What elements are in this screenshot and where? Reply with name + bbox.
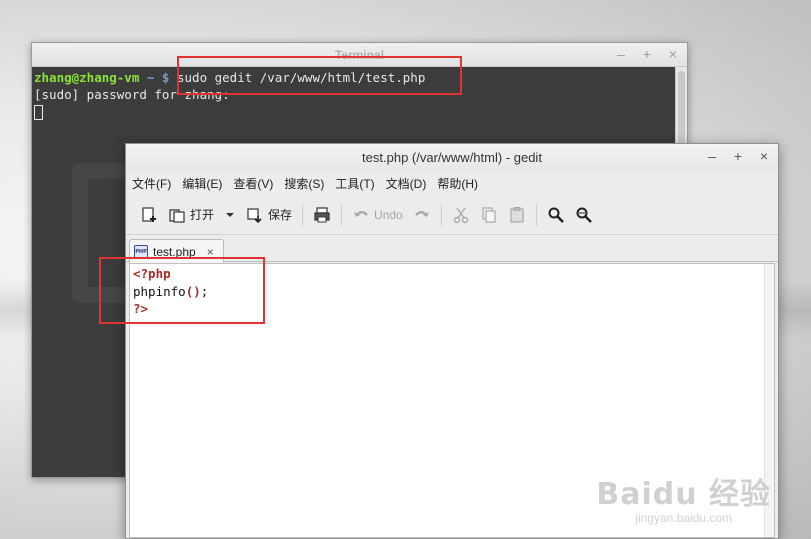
chevron-down-icon	[226, 212, 235, 217]
minimize-button[interactable]: –	[706, 148, 718, 164]
open-folder-icon	[169, 208, 185, 223]
close-button[interactable]: ×	[758, 148, 770, 164]
save-icon	[247, 207, 262, 223]
paste-button[interactable]	[503, 200, 531, 230]
find-replace-button[interactable]	[570, 200, 598, 230]
copy-icon	[482, 206, 496, 223]
new-document-icon	[142, 206, 156, 222]
menu-tools[interactable]: 工具(T)	[335, 175, 374, 192]
paste-icon	[510, 206, 524, 223]
tab-label: test.php	[153, 244, 196, 259]
tab-close-icon[interactable]: ×	[207, 245, 214, 259]
close-button[interactable]: ×	[667, 46, 679, 62]
maximize-button[interactable]: +	[732, 148, 744, 164]
toolbar-separator	[440, 203, 442, 226]
new-document-button[interactable]	[135, 200, 163, 230]
redo-icon	[414, 210, 429, 217]
toolbar-separator	[302, 203, 304, 226]
toolbar-separator	[535, 203, 537, 226]
menubar: 文件(F) 编辑(E) 查看(V) 搜索(S) 工具(T) 文档(D) 帮助(H…	[126, 171, 778, 195]
gedit-title: test.php (/var/www/html) - gedit	[362, 150, 542, 165]
php-file-icon: PHP	[134, 244, 148, 259]
menu-file[interactable]: 文件(F)	[132, 175, 171, 192]
watermark-brand: Baidu 经验	[596, 477, 771, 512]
php-close-tag: ?>	[133, 301, 149, 316]
tab-test-php[interactable]: PHP test.php ×	[129, 239, 224, 263]
menu-documents[interactable]: 文档(D)	[386, 175, 427, 192]
open-button[interactable]: 打开	[163, 200, 219, 230]
baidu-watermark: Baidu 经验 jingyan.baidu.com	[596, 469, 771, 525]
undo-label: Undo	[374, 207, 403, 222]
print-button[interactable]	[308, 200, 336, 230]
menu-edit[interactable]: 编辑(E)	[182, 175, 222, 192]
sudo-password-prompt: [sudo] password for zhang:	[34, 87, 230, 102]
code-parentheses: ()	[185, 283, 201, 299]
save-label: 保存	[268, 208, 293, 222]
redo-button[interactable]	[408, 200, 436, 230]
gedit-titlebar[interactable]: test.php (/var/www/html) - gedit – + ×	[126, 144, 778, 171]
toolbar: 打开 保存 Undo	[126, 195, 778, 235]
undo-icon	[354, 210, 368, 217]
code-semicolon: ;	[200, 283, 209, 299]
toolbar-separator	[341, 203, 343, 226]
menu-search[interactable]: 搜索(S)	[284, 175, 324, 192]
maximize-button[interactable]: +	[641, 46, 653, 62]
save-button[interactable]: 保存	[241, 200, 297, 230]
open-label: 打开	[190, 208, 215, 222]
find-button[interactable]	[542, 200, 570, 230]
scissors-icon	[453, 207, 468, 223]
prompt-user: zhang@zhang-vm	[34, 70, 140, 85]
prompt-path: ~ $	[139, 70, 177, 85]
undo-button[interactable]: Undo	[347, 200, 408, 230]
find-replace-icon	[576, 207, 592, 223]
search-icon	[548, 207, 564, 223]
menu-help[interactable]: 帮助(H)	[437, 175, 478, 192]
terminal-command: sudo gedit /var/www/html/test.php	[177, 70, 426, 85]
printer-icon	[314, 206, 330, 222]
terminal-titlebar[interactable]: Terminal – + ×	[32, 43, 687, 67]
document-tabbar: PHP test.php ×	[126, 235, 778, 263]
terminal-scrollbar-thumb[interactable]	[678, 71, 685, 151]
terminal-cursor	[34, 105, 43, 120]
menu-view[interactable]: 查看(V)	[233, 175, 273, 192]
minimize-button[interactable]: –	[615, 46, 627, 62]
php-open-tag: <?php	[133, 266, 171, 281]
cut-button[interactable]	[447, 200, 475, 230]
copy-button[interactable]	[475, 200, 503, 230]
open-recent-dropdown[interactable]	[219, 200, 241, 230]
watermark-url: jingyan.baidu.com	[635, 511, 733, 525]
terminal-title: Terminal	[334, 48, 385, 62]
code-function-name: phpinfo	[133, 283, 186, 299]
